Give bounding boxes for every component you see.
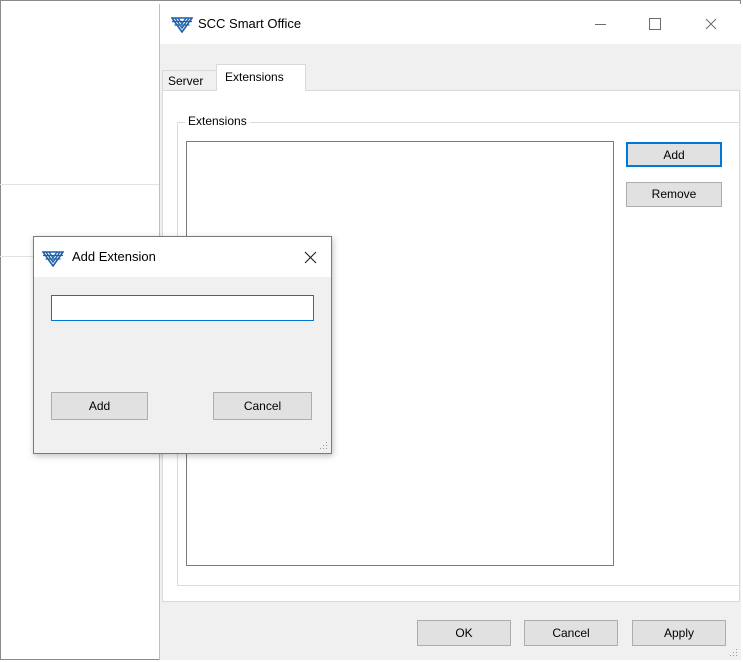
tab-server[interactable]: Server [162, 70, 217, 90]
title-bar[interactable]: SCC Smart Office [160, 4, 741, 44]
add-extension-dialog: Add Extension Add Cancel [33, 236, 332, 454]
background-divider [0, 184, 159, 185]
app-logo-icon [42, 251, 64, 267]
close-button[interactable] [688, 4, 734, 44]
dialog-title: Add Extension [72, 249, 156, 264]
minimize-button[interactable] [577, 4, 623, 44]
dialog-title-bar[interactable]: Add Extension [34, 237, 331, 277]
app-logo-icon [171, 17, 193, 33]
extension-input[interactable] [51, 295, 314, 321]
close-icon [705, 18, 717, 30]
resize-grip-icon[interactable] [730, 649, 738, 657]
groupbox-label: Extensions [185, 114, 250, 128]
dialog-add-button[interactable]: Add [51, 392, 148, 420]
dialog-cancel-button[interactable]: Cancel [213, 392, 312, 420]
cancel-button[interactable]: Cancel [524, 620, 618, 646]
window-title: SCC Smart Office [198, 16, 302, 31]
ok-button[interactable]: OK [417, 620, 511, 646]
remove-extension-button[interactable]: Remove [626, 182, 722, 207]
dialog-close-button[interactable] [288, 237, 332, 277]
tab-extensions[interactable]: Extensions [216, 64, 306, 91]
apply-button[interactable]: Apply [632, 620, 726, 646]
add-extension-button[interactable]: Add [626, 142, 722, 167]
minimize-icon [594, 23, 606, 25]
maximize-button[interactable] [632, 4, 678, 44]
background-divider [0, 256, 33, 257]
close-icon [304, 251, 316, 263]
maximize-icon [649, 18, 661, 30]
resize-grip-icon[interactable] [320, 442, 328, 450]
